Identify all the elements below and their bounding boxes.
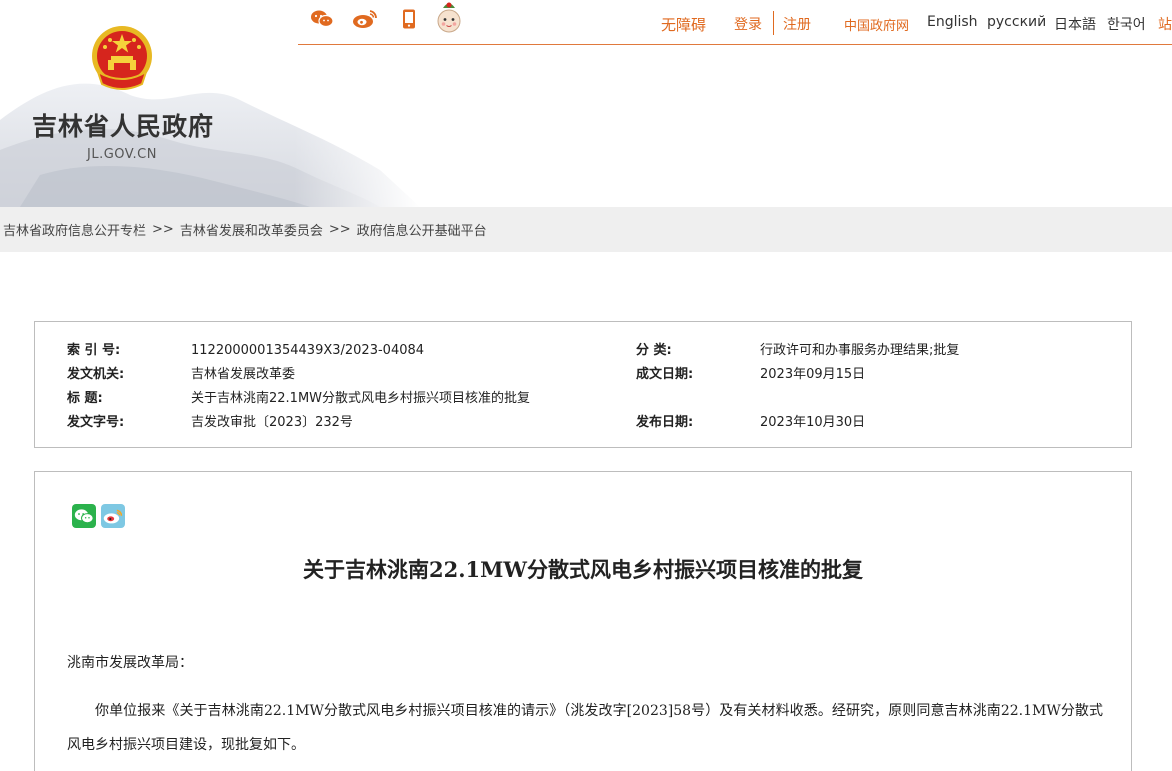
doc-number-label: 发文字号: xyxy=(67,415,125,430)
breadcrumb-item-gov-info-column[interactable]: 吉林省政府信息公开专栏 xyxy=(3,220,146,239)
site-domain: JL.GOV.CN xyxy=(87,147,157,162)
category-label: 分 类: xyxy=(636,343,672,358)
breadcrumb-item-drc[interactable]: 吉林省发展和改革委员会 xyxy=(180,220,323,239)
japanese-link[interactable]: 日本語 xyxy=(1054,14,1096,34)
wechat-share-icon[interactable] xyxy=(72,504,96,528)
weibo-share-icon[interactable] xyxy=(101,504,125,528)
index-value: 1122000001354439X3/2023-04084 xyxy=(191,343,425,358)
info-row: 发文机关: 吉林省发展改革委 成文日期: 2023年09月15日 xyxy=(35,365,1131,385)
info-row: 索 引 号: 1122000001354439X3/2023-04084 分 类… xyxy=(35,341,1131,361)
publish-date-value: 2023年10月30日 xyxy=(760,415,866,430)
login-register-divider xyxy=(773,11,774,35)
topbar-divider-line xyxy=(298,44,1172,45)
russian-link[interactable]: русский xyxy=(987,14,1046,30)
issuer-label: 发文机关: xyxy=(67,367,125,382)
document-info-table: 索 引 号: 1122000001354439X3/2023-04084 分 类… xyxy=(34,321,1132,448)
article-content: 关于吉林洮南22.1MW分散式风电乡村振兴项目核准的批复 洮南市发展改革局： 你… xyxy=(34,471,1132,771)
breadcrumb: 吉林省政府信息公开专栏 >> 吉林省发展和改革委员会 >> 政府信息公开基础平台 xyxy=(0,207,1172,252)
written-date-value: 2023年09月15日 xyxy=(760,367,866,382)
publish-date-label: 发布日期: xyxy=(636,415,694,430)
breadcrumb-separator: >> xyxy=(328,222,351,237)
site-name: 吉林省人民政府 xyxy=(32,112,215,141)
register-link[interactable]: 注册 xyxy=(783,14,811,34)
more-link[interactable]: 站 xyxy=(1158,14,1172,34)
mascot-icon[interactable] xyxy=(434,0,464,38)
doc-number-value: 吉发改审批〔2023〕232号 xyxy=(191,415,353,430)
info-row: 标 题: 关于吉林洮南22.1MW分散式风电乡村振兴项目核准的批复 xyxy=(35,389,1131,409)
info-row: 发文字号: 吉发改审批〔2023〕232号 发布日期: 2023年10月30日 xyxy=(35,413,1131,433)
index-label: 索 引 号: xyxy=(67,343,121,358)
login-link[interactable]: 登录 xyxy=(734,14,762,34)
article-addressee: 洮南市发展改革局： xyxy=(67,655,193,671)
korean-link[interactable]: 한국어 xyxy=(1107,14,1146,34)
title-value: 关于吉林洮南22.1MW分散式风电乡村振兴项目核准的批复 xyxy=(191,391,531,406)
national-emblem-icon xyxy=(92,26,152,90)
accessibility-link[interactable]: 无障碍 xyxy=(661,14,706,35)
weibo-icon[interactable] xyxy=(352,6,378,32)
issuer-value: 吉林省发展改革委 xyxy=(191,367,296,382)
category-value: 行政许可和办事服务办理结果;批复 xyxy=(760,343,960,358)
breadcrumb-separator: >> xyxy=(152,222,174,237)
article-paragraph: 你单位报来《关于吉林洮南22.1MW分散式风电乡村振兴项目核准的请示》（洮发改字… xyxy=(67,703,1103,753)
breadcrumb-item-platform[interactable]: 政府信息公开基础平台 xyxy=(357,220,487,239)
written-date-label: 成文日期: xyxy=(636,367,694,382)
site-header: 吉林省人民政府 JL.GOV.CN 无障碍 登录 注册 中国政府网 Englis… xyxy=(0,0,1172,207)
mobile-icon[interactable] xyxy=(400,6,418,32)
article-title: 关于吉林洮南22.1MW分散式风电乡村振兴项目核准的批复 xyxy=(303,557,863,582)
gov-portal-link[interactable]: 中国政府网 xyxy=(844,15,909,34)
wechat-icon[interactable] xyxy=(309,6,335,32)
title-label: 标 题: xyxy=(67,391,103,406)
english-link[interactable]: English xyxy=(927,14,978,30)
